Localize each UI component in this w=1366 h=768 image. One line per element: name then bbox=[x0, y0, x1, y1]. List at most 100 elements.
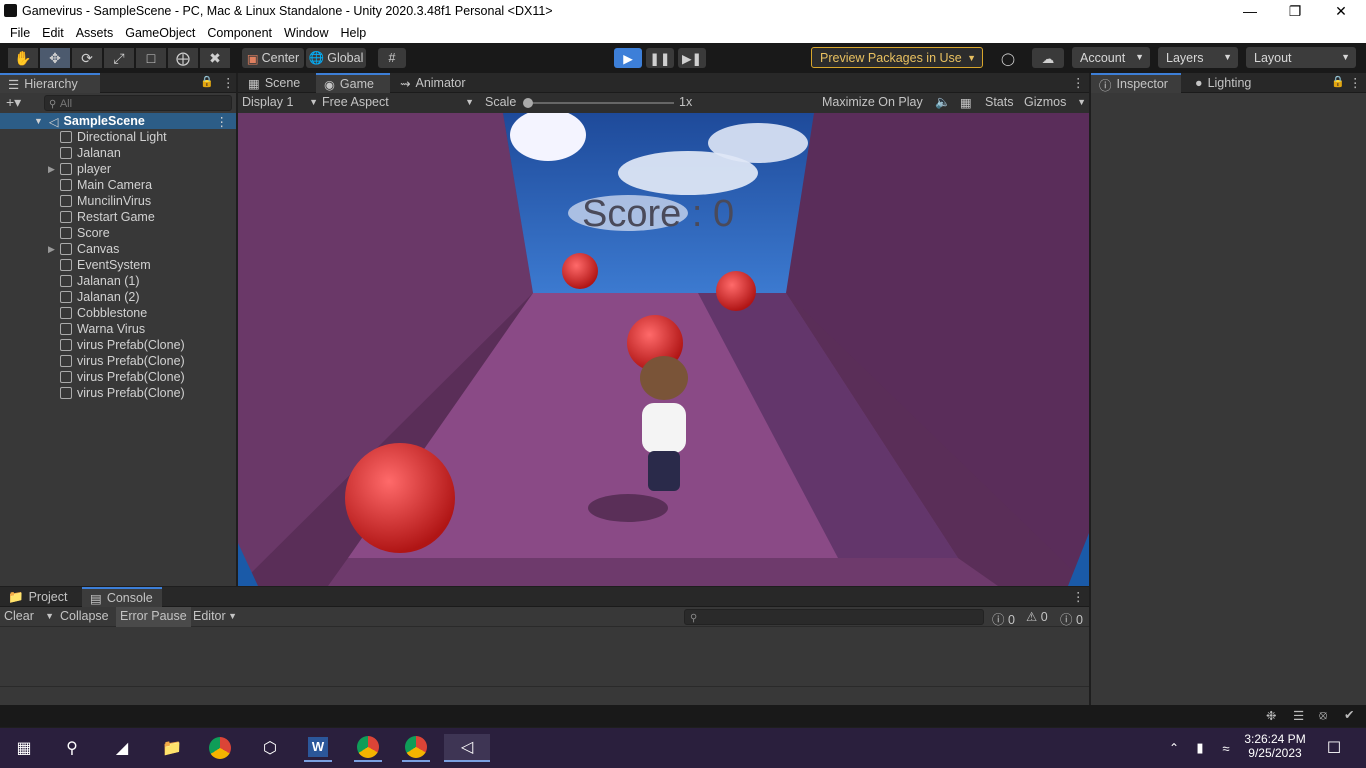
layout-dropdown[interactable]: Layout ▼ bbox=[1246, 47, 1356, 68]
menu-assets[interactable]: Assets bbox=[70, 26, 120, 40]
chrome-icon[interactable] bbox=[206, 734, 234, 762]
custom-tool-icon[interactable]: ✖ bbox=[200, 48, 230, 68]
error-pause-toggle[interactable]: Error Pause bbox=[116, 607, 191, 627]
hierarchy-item[interactable]: Restart Game bbox=[0, 209, 236, 225]
scale-tool-icon[interactable]: ⤢ bbox=[104, 48, 134, 68]
hierarchy-item[interactable]: Jalanan (2) bbox=[0, 289, 236, 305]
preview-packages-dropdown[interactable]: Preview Packages in Use ▼ bbox=[811, 47, 983, 68]
hierarchy-item[interactable]: virus Prefab(Clone) bbox=[0, 369, 236, 385]
rect-tool-icon[interactable]: □ bbox=[136, 48, 166, 68]
lock-icon[interactable]: 🔒 bbox=[1331, 75, 1345, 88]
word-icon[interactable]: W bbox=[304, 734, 332, 762]
hierarchy-item[interactable]: MuncilinVirus bbox=[0, 193, 236, 209]
bug-icon[interactable]: ❉ bbox=[1266, 708, 1276, 723]
hierarchy-item[interactable]: Main Camera bbox=[0, 177, 236, 193]
console-search-input[interactable]: ⚲ bbox=[684, 609, 984, 625]
hierarchy-item[interactable]: Jalanan (1) bbox=[0, 273, 236, 289]
aspect-dropdown[interactable]: Free Aspect ▼ bbox=[322, 95, 476, 109]
menu-help[interactable]: Help bbox=[334, 26, 372, 40]
unity-hub-icon[interactable]: ⬡ bbox=[256, 734, 284, 762]
shortcut-icon[interactable]: ▦ bbox=[960, 95, 972, 110]
cloud-icon[interactable]: ☁ bbox=[1032, 48, 1064, 68]
log-count-toggle[interactable]: ⓘ 0 bbox=[992, 609, 1015, 628]
menu-file[interactable]: File bbox=[4, 26, 36, 40]
file-explorer-icon[interactable]: 📁 bbox=[158, 734, 186, 762]
menu-gameobject[interactable]: GameObject bbox=[119, 26, 201, 40]
editor-dropdown[interactable]: Editor ▼ bbox=[193, 609, 237, 623]
check-icon[interactable]: ✔ bbox=[1344, 707, 1354, 722]
battery-icon[interactable]: ▮ bbox=[1188, 734, 1212, 762]
tab-lighting[interactable]: ● Lighting bbox=[1187, 73, 1277, 93]
chrome-profile-icon[interactable] bbox=[354, 734, 382, 762]
warning-count-toggle[interactable]: ⚠ 0 bbox=[1026, 609, 1048, 624]
add-icon[interactable]: +▾ bbox=[6, 94, 21, 111]
transform-tool-icon[interactable]: ⨁ bbox=[168, 48, 198, 68]
tab-scene[interactable]: ▦ Scene bbox=[240, 73, 312, 93]
game-render[interactable]: Score : 0 bbox=[238, 113, 1089, 586]
expand-arrow-icon[interactable]: ▶ bbox=[48, 244, 58, 255]
collab-icon[interactable]: ◯ bbox=[996, 48, 1020, 68]
layers-dropdown[interactable]: Layers ▼ bbox=[1158, 47, 1238, 68]
lock-icon[interactable]: 🔒 bbox=[200, 75, 214, 88]
hierarchy-item[interactable]: Score bbox=[0, 225, 236, 241]
restore-button[interactable]: ❐ bbox=[1280, 2, 1310, 20]
kebab-menu-icon[interactable]: ⋮ bbox=[1072, 589, 1085, 604]
rotate-tool-icon[interactable]: ⟳ bbox=[72, 48, 102, 68]
account-dropdown[interactable]: Account ▼ bbox=[1072, 47, 1150, 68]
step-button[interactable]: ▶❚ bbox=[678, 48, 706, 68]
hierarchy-item[interactable]: EventSystem bbox=[0, 257, 236, 273]
notification-icon[interactable]: ☐ bbox=[1320, 734, 1348, 762]
tab-project[interactable]: 📁 Project bbox=[0, 587, 80, 607]
search-icon[interactable]: ⚲ bbox=[58, 734, 86, 762]
clear-dropdown[interactable]: Clear ▼ bbox=[4, 609, 54, 623]
wifi-icon[interactable]: ≈ bbox=[1214, 734, 1238, 762]
play-button[interactable]: ▶ bbox=[614, 48, 642, 68]
scene-root-row[interactable]: ▼ ◁ SampleScene ⋮ bbox=[0, 113, 236, 129]
mute-audio-icon[interactable]: 🔈 bbox=[935, 95, 951, 110]
tab-animator[interactable]: ⇝ Animator bbox=[392, 73, 482, 93]
stats-toggle[interactable]: Stats bbox=[985, 95, 1014, 109]
maximize-on-play-toggle[interactable]: Maximize On Play bbox=[822, 95, 923, 109]
move-tool-icon[interactable]: ✥ bbox=[40, 48, 70, 68]
windows-start-icon[interactable]: ▦ bbox=[10, 734, 38, 762]
hand-tool-icon[interactable]: ✋ bbox=[8, 48, 38, 68]
expand-arrow-icon[interactable]: ▶ bbox=[48, 164, 58, 175]
kebab-menu-icon[interactable]: ⋮ bbox=[1349, 75, 1362, 90]
chrome-profile-icon-2[interactable] bbox=[402, 734, 430, 762]
scale-slider-thumb[interactable] bbox=[523, 98, 533, 108]
menu-window[interactable]: Window bbox=[278, 26, 334, 40]
gizmos-dropdown[interactable]: Gizmos ▼ bbox=[1024, 95, 1086, 109]
collapse-toggle[interactable]: Collapse bbox=[60, 609, 109, 623]
kebab-menu-icon[interactable]: ⋮ bbox=[216, 114, 229, 129]
tab-hierarchy[interactable]: ☰ Hierarchy bbox=[0, 73, 100, 93]
taskbar-clock[interactable]: 3:26:24 PM 9/25/2023 bbox=[1244, 732, 1306, 760]
display-dropdown[interactable]: Display 1 ▼ bbox=[242, 95, 318, 109]
grid-snap-icon[interactable]: # bbox=[378, 48, 406, 68]
hierarchy-item[interactable]: ▶ player bbox=[0, 161, 236, 177]
hierarchy-item[interactable]: Directional Light bbox=[0, 129, 236, 145]
menu-edit[interactable]: Edit bbox=[36, 26, 70, 40]
hierarchy-item[interactable]: virus Prefab(Clone) bbox=[0, 385, 236, 401]
minimize-button[interactable]: — bbox=[1235, 2, 1265, 20]
pivot-global-toggle[interactable]: 🌐 Global bbox=[306, 48, 366, 68]
hierarchy-item[interactable]: virus Prefab(Clone) bbox=[0, 337, 236, 353]
hierarchy-search-input[interactable]: ⚲ All bbox=[44, 95, 232, 111]
cache-icon[interactable]: ☰ bbox=[1293, 708, 1304, 723]
pause-button[interactable]: ❚❚ bbox=[646, 48, 674, 68]
chevron-up-icon[interactable]: ⌃ bbox=[1164, 734, 1184, 762]
error-count-toggle[interactable]: ⓘ 0 bbox=[1060, 609, 1083, 628]
tab-game[interactable]: ◉ Game bbox=[316, 73, 390, 93]
menu-component[interactable]: Component bbox=[201, 26, 278, 40]
hierarchy-item[interactable]: Jalanan bbox=[0, 145, 236, 161]
debug-icon[interactable]: ⦻ bbox=[1319, 708, 1327, 723]
tab-inspector[interactable]: ⓘ Inspector bbox=[1091, 73, 1181, 93]
pivot-center-toggle[interactable]: ▣ Center bbox=[242, 48, 304, 68]
hierarchy-item[interactable]: Warna Virus bbox=[0, 321, 236, 337]
hierarchy-item[interactable]: virus Prefab(Clone) bbox=[0, 353, 236, 369]
hierarchy-item[interactable]: ▶ Canvas bbox=[0, 241, 236, 257]
unity-editor-icon[interactable]: ◁ bbox=[444, 734, 490, 762]
kebab-menu-icon[interactable]: ⋮ bbox=[222, 75, 235, 90]
app-icon[interactable]: ◢ bbox=[108, 734, 136, 762]
kebab-menu-icon[interactable]: ⋮ bbox=[1072, 75, 1085, 90]
tab-console[interactable]: ▤ Console bbox=[82, 587, 162, 607]
